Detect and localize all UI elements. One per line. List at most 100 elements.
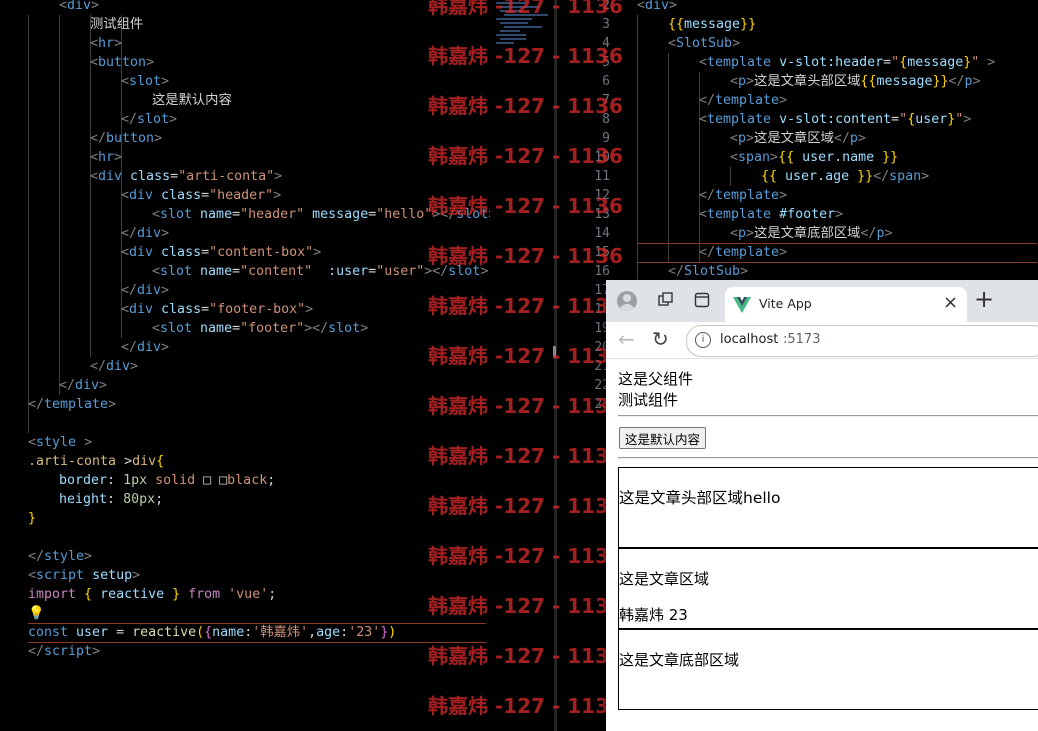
- code-token: =: [201, 188, 210, 203]
- code-token: >: [154, 131, 163, 146]
- code-token: SlotSub: [684, 264, 741, 279]
- code-line[interactable]: </div>: [90, 357, 138, 376]
- code-line[interactable]: <SlotSub>: [668, 34, 740, 53]
- code-line[interactable]: <div class="footer-box">: [121, 300, 313, 319]
- code-token: >: [108, 397, 117, 412]
- code-token: "header": [240, 207, 313, 222]
- code-token: slot: [328, 321, 361, 336]
- line-number: 17: [594, 283, 610, 298]
- code-line[interactable]: <div class="content-box">: [121, 243, 321, 262]
- code-token: class: [161, 188, 202, 203]
- code-token: 1px: [123, 473, 148, 488]
- current-line-highlight: [637, 243, 1037, 263]
- code-line[interactable]: <hr>: [90, 34, 122, 53]
- code-line[interactable]: </slot>: [121, 110, 177, 129]
- code-token: >: [746, 226, 755, 241]
- code-token: span: [738, 150, 771, 165]
- code-token: >: [161, 74, 170, 89]
- tab-close-icon[interactable]: ×: [943, 292, 958, 313]
- code-line[interactable]: <template #footer>: [699, 205, 843, 224]
- code-token: >: [114, 150, 123, 165]
- code-token: {: [156, 454, 165, 469]
- code-line[interactable]: <hr>: [90, 148, 122, 167]
- code-token: >: [305, 302, 314, 317]
- code-line[interactable]: }: [28, 509, 36, 528]
- code-token: >: [835, 207, 844, 222]
- tab-actions-icon[interactable]: [694, 292, 710, 308]
- code-line[interactable]: <div>: [637, 0, 677, 15]
- browser-window[interactable]: Vite App × + ← ↻ i localhost :5173 这是父组件…: [606, 280, 1038, 731]
- code-token: :user: [328, 264, 369, 279]
- code-token: {{: [761, 169, 786, 184]
- code-line[interactable]: </template>: [28, 395, 116, 414]
- reload-icon[interactable]: ↻: [652, 327, 669, 351]
- code-token: >: [732, 36, 741, 51]
- code-line[interactable]: </div>: [121, 281, 169, 300]
- code-token: ;: [267, 473, 276, 488]
- indent-guide: [637, 15, 638, 281]
- code-line[interactable]: </SlotSub>: [668, 262, 748, 281]
- code-line[interactable]: <script setup>: [28, 566, 140, 585]
- code-line[interactable]: <p>这是文章区域</p>: [730, 129, 866, 148]
- code-line[interactable]: <template v-slot:header="{message}" >: [699, 53, 995, 72]
- code-line[interactable]: {{ user.age }}</span>: [761, 167, 929, 186]
- code-line[interactable]: height: 80px;: [59, 490, 163, 509]
- line-number: 21: [594, 359, 610, 374]
- code-line[interactable]: <span>{{ user.name }}: [730, 148, 898, 167]
- profile-avatar-icon[interactable]: [617, 291, 637, 311]
- code-token: }: [172, 587, 189, 602]
- tab-vite-app[interactable]: Vite App ×: [725, 287, 967, 322]
- code-line[interactable]: <style >: [28, 433, 92, 452]
- code-line[interactable]: <slot name="footer"></slot>: [152, 319, 368, 338]
- code-line[interactable]: <slot name="header" message="hello"></sl…: [152, 205, 490, 224]
- code-line[interactable]: </template>: [699, 186, 787, 205]
- code-line[interactable]: <slot name="content" :user="user"></slot…: [152, 262, 488, 281]
- code-line[interactable]: <slot>: [121, 72, 169, 91]
- code-token: </: [121, 112, 138, 127]
- code-line[interactable]: import { reactive } from 'vue';: [28, 585, 276, 604]
- code-line[interactable]: 这是默认内容: [152, 91, 232, 110]
- workspaces-icon[interactable]: [658, 292, 674, 308]
- code-token: border: [59, 473, 108, 488]
- site-info-icon[interactable]: i: [695, 332, 711, 348]
- code-line[interactable]: 测试组件: [90, 15, 143, 34]
- code-line[interactable]: </script>: [28, 642, 100, 661]
- code-token: >: [669, 0, 678, 13]
- editor-minimap[interactable]: [490, 0, 556, 731]
- new-tab-icon[interactable]: +: [974, 285, 994, 313]
- code-token: ;: [268, 587, 277, 602]
- code-line[interactable]: border: 1px solid □ □black;: [59, 471, 275, 490]
- code-line[interactable]: </div>: [121, 338, 169, 357]
- code-line[interactable]: </div>: [121, 224, 169, 243]
- code-token: div: [137, 226, 162, 241]
- code-line[interactable]: </template>: [699, 91, 787, 110]
- code-line[interactable]: <template v-slot:content="{user}">: [699, 110, 971, 129]
- code-token: >: [979, 55, 996, 70]
- code-token: class: [161, 302, 202, 317]
- code-line[interactable]: <div>: [59, 0, 99, 15]
- back-icon[interactable]: ←: [618, 327, 635, 351]
- code-line[interactable]: </button>: [90, 129, 162, 148]
- code-line[interactable]: <div class="arti-conta">: [90, 167, 282, 186]
- address-bar[interactable]: i localhost :5173: [686, 325, 1038, 357]
- code-token: user: [785, 169, 818, 184]
- code-line[interactable]: <p>这是文章底部区域</p>: [730, 224, 892, 243]
- code-line[interactable]: </div>: [59, 376, 107, 395]
- code-token: }: [28, 511, 37, 526]
- code-token: >: [746, 74, 755, 89]
- code-line[interactable]: .arti-conta >div{: [28, 452, 164, 471]
- default-slot-button[interactable]: 这是默认内容: [619, 427, 707, 449]
- code-line[interactable]: {{message}}: [668, 15, 756, 34]
- code-token: :: [107, 473, 124, 488]
- code-token: }}: [740, 17, 757, 32]
- code-token: >: [161, 283, 170, 298]
- code-line[interactable]: <div class="header">: [121, 186, 281, 205]
- code-line[interactable]: 💡: [28, 604, 45, 623]
- code-token: template: [715, 188, 780, 203]
- code-line[interactable]: <p>这是文章头部区域{{message}}</p>: [730, 72, 981, 91]
- code-line[interactable]: </style>: [28, 547, 92, 566]
- code-token: :: [107, 492, 124, 507]
- browser-tab-bar: Vite App × +: [606, 280, 1038, 322]
- editor-left-pane[interactable]: <div> 测试组件 <hr> <button> <slot> 这是默认内容 </slot>…: [0, 0, 490, 731]
- code-line[interactable]: <button>: [90, 53, 154, 72]
